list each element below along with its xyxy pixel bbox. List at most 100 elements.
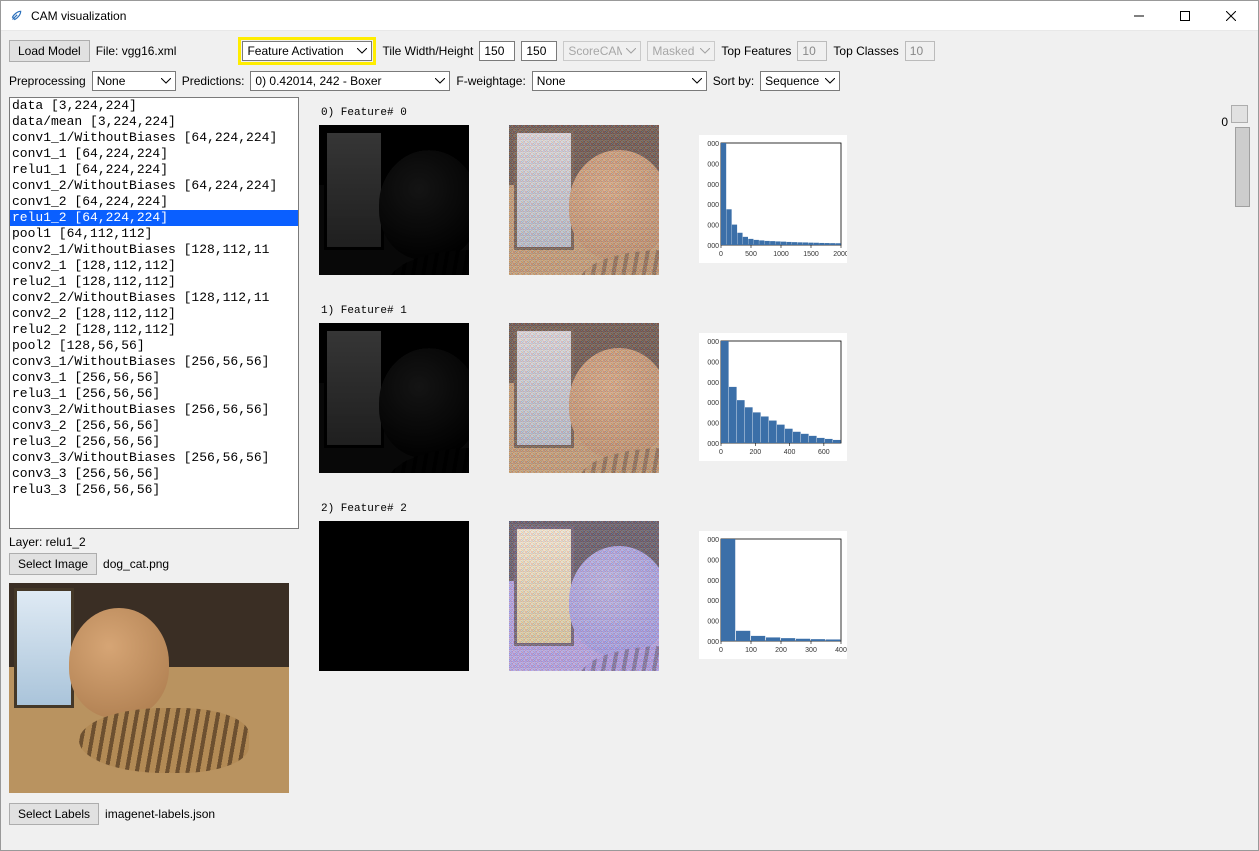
scroll-value: 0 [1221, 115, 1228, 129]
top-classes-label: Top Classes [833, 44, 898, 58]
mode-highlight: Feature Activation [238, 37, 376, 65]
svg-text:000: 000 [707, 339, 719, 346]
layer-list[interactable]: data [3,224,224]data/mean [3,224,224]con… [9, 97, 299, 529]
content: Load Model File: vgg16.xml Feature Activ… [1, 31, 1258, 850]
top-features-label: Top Features [721, 44, 791, 58]
layer-row[interactable]: conv2_2/WithoutBiases [128,112,11 [10, 290, 298, 306]
histogram-chart: 0000000000000000000100200300400 [699, 531, 847, 659]
feature-title: 2) Feature# 2 [321, 503, 1250, 515]
svg-text:400: 400 [784, 449, 796, 456]
sortby-label: Sort by: [713, 74, 754, 88]
svg-text:000: 000 [707, 161, 719, 168]
predictions-select[interactable]: 0) 0.42014, 242 - Boxer [250, 71, 450, 91]
minimize-button[interactable] [1116, 1, 1162, 31]
layer-row[interactable]: conv1_1 [64,224,224] [10, 146, 298, 162]
histogram-chart: 0000000000000000000200400600 [699, 333, 847, 461]
layer-row[interactable]: relu3_2 [256,56,56] [10, 434, 298, 450]
histogram-chart: 0000000000000000000500100015002000 [699, 135, 847, 263]
svg-text:100: 100 [745, 647, 757, 654]
fweightage-select[interactable]: None [532, 71, 707, 91]
image-preview [9, 583, 289, 793]
svg-text:000: 000 [707, 202, 719, 209]
select-image-button[interactable]: Select Image [9, 553, 97, 575]
activation-thumb [319, 323, 469, 473]
close-button[interactable] [1208, 1, 1254, 31]
layer-row[interactable]: conv3_2 [256,56,56] [10, 418, 298, 434]
layer-row[interactable]: conv3_3 [256,56,56] [10, 466, 298, 482]
load-model-button[interactable]: Load Model [9, 40, 90, 62]
activation-thumb [319, 125, 469, 275]
window-controls [1116, 1, 1254, 31]
activation-thumb [319, 521, 469, 671]
layer-row[interactable]: conv1_1/WithoutBiases [64,224,224] [10, 130, 298, 146]
maximize-button[interactable] [1162, 1, 1208, 31]
top-classes-input [905, 41, 935, 61]
svg-text:0: 0 [719, 449, 723, 456]
layer-row[interactable]: conv2_1/WithoutBiases [128,112,11 [10, 242, 298, 258]
window-title: CAM visualization [31, 9, 1116, 23]
svg-text:000: 000 [707, 578, 719, 585]
layer-row[interactable]: conv3_2/WithoutBiases [256,56,56] [10, 402, 298, 418]
svg-text:500: 500 [745, 251, 757, 258]
preprocessing-select[interactable]: None [92, 71, 176, 91]
file-label: File: vgg16.xml [96, 44, 177, 58]
layer-row[interactable]: data [3,224,224] [10, 98, 298, 114]
svg-text:000: 000 [707, 421, 719, 428]
layer-row[interactable]: conv3_1 [256,56,56] [10, 370, 298, 386]
toolbar-row-2: Preprocessing None Predictions: 0) 0.420… [9, 71, 1250, 91]
layer-row[interactable]: conv2_1 [128,112,112] [10, 258, 298, 274]
feature-group: 2) Feature# 2000000000000000000010020030… [319, 503, 1250, 671]
layer-row[interactable]: conv2_2 [128,112,112] [10, 306, 298, 322]
svg-text:000: 000 [707, 243, 719, 250]
svg-text:000: 000 [707, 223, 719, 230]
scroll-track[interactable] [1233, 127, 1250, 827]
svg-text:0: 0 [719, 647, 723, 654]
feature-title: 0) Feature# 0 [321, 107, 1250, 119]
masked-select: Masked [647, 41, 715, 61]
layer-row[interactable]: relu2_2 [128,112,112] [10, 322, 298, 338]
svg-text:1500: 1500 [803, 251, 819, 258]
overlay-thumb [509, 125, 659, 275]
layer-row[interactable]: conv1_2/WithoutBiases [64,224,224] [10, 178, 298, 194]
svg-text:000: 000 [707, 441, 719, 448]
scroll-up-button[interactable] [1231, 105, 1248, 123]
layer-row[interactable]: relu1_2 [64,224,224] [10, 210, 298, 226]
layer-row[interactable]: pool1 [64,112,112] [10, 226, 298, 242]
svg-text:000: 000 [707, 400, 719, 407]
layer-row[interactable]: relu3_1 [256,56,56] [10, 386, 298, 402]
feature-group: 1) Feature# 1000000000000000000020040060… [319, 305, 1250, 473]
svg-text:0: 0 [719, 251, 723, 258]
tile-height-input[interactable] [521, 41, 557, 61]
preprocessing-label: Preprocessing [9, 74, 86, 88]
layer-row[interactable]: data/mean [3,224,224] [10, 114, 298, 130]
mode-select[interactable]: Feature Activation [242, 41, 372, 61]
layer-row[interactable]: conv3_3/WithoutBiases [256,56,56] [10, 450, 298, 466]
predictions-label: Predictions: [182, 74, 245, 88]
layer-row[interactable]: pool2 [128,56,56] [10, 338, 298, 354]
sortby-select[interactable]: Sequence [760, 71, 840, 91]
feather-icon [9, 9, 23, 23]
svg-text:000: 000 [707, 619, 719, 626]
svg-text:000: 000 [707, 639, 719, 646]
fweightage-label: F-weightage: [456, 74, 525, 88]
tile-label: Tile Width/Height [382, 44, 473, 58]
svg-text:1000: 1000 [773, 251, 789, 258]
layer-row[interactable]: conv1_2 [64,224,224] [10, 194, 298, 210]
feature-group: 0) Feature# 0000000000000000000050010001… [319, 107, 1250, 275]
image-file-label: dog_cat.png [103, 557, 169, 571]
svg-text:000: 000 [707, 141, 719, 148]
select-labels-button[interactable]: Select Labels [9, 803, 99, 825]
svg-text:600: 600 [818, 449, 830, 456]
layer-row[interactable]: relu3_3 [256,56,56] [10, 482, 298, 498]
overlay-thumb [509, 323, 659, 473]
layer-row[interactable]: relu2_1 [128,112,112] [10, 274, 298, 290]
labels-file-label: imagenet-labels.json [105, 807, 215, 821]
layer-row[interactable]: relu1_1 [64,224,224] [10, 162, 298, 178]
tile-width-input[interactable] [479, 41, 515, 61]
svg-text:200: 200 [775, 647, 787, 654]
feature-pane: 0) Feature# 0000000000000000000050010001… [319, 97, 1250, 844]
layer-row[interactable]: conv3_1/WithoutBiases [256,56,56] [10, 354, 298, 370]
svg-text:000: 000 [707, 182, 719, 189]
scroll-thumb[interactable] [1235, 127, 1250, 207]
overlay-thumb [509, 521, 659, 671]
